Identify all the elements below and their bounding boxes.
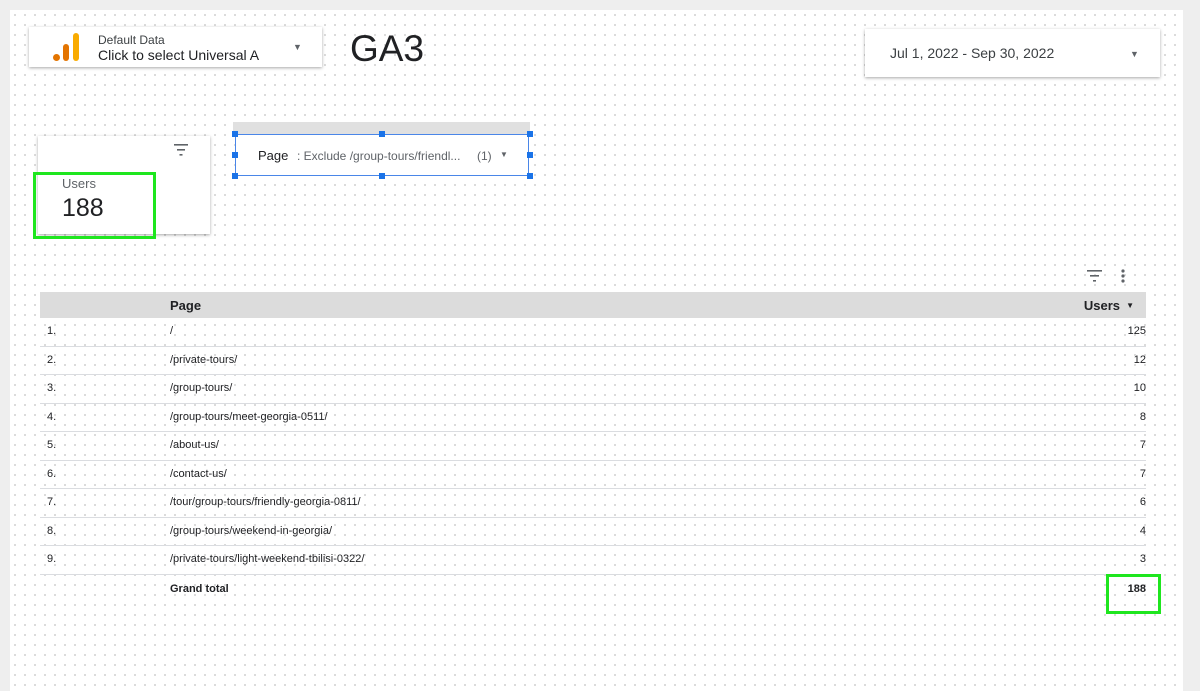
- chevron-down-icon[interactable]: ▼: [500, 150, 508, 159]
- row-page: /group-tours/weekend-in-georgia/: [170, 524, 333, 537]
- row-users: 7: [1139, 439, 1146, 451]
- row-page: /about-us/: [170, 439, 219, 451]
- row-page: /group-tours/meet-georgia-0511/: [170, 410, 328, 423]
- pages-table: Page Users ▼ 1. / 125 2. /private-tours/12 3.…: [40, 292, 1146, 605]
- row-index: 6.: [47, 467, 57, 480]
- row-users: 6: [1139, 496, 1146, 508]
- row-page: /tour/group-tours/friendly-georgia-0811/: [170, 496, 361, 508]
- table-row[interactable]: 4. /group-tours/meet-georgia-0511/8: [40, 404, 1146, 432]
- row-index: 7.: [47, 496, 57, 508]
- filter-icon[interactable]: [174, 144, 188, 156]
- resize-handle[interactable]: [232, 152, 238, 158]
- date-range-text: Jul 1, 2022 - Sep 30, 2022: [890, 45, 1055, 61]
- more-vert-icon[interactable]: [1120, 269, 1126, 283]
- chevron-down-icon[interactable]: ▼: [293, 42, 302, 52]
- table-row[interactable]: 5. /about-us/7: [40, 432, 1146, 461]
- row-index: 9.: [47, 553, 57, 565]
- grand-total-label: Grand total: [170, 582, 229, 595]
- table-row[interactable]: 9. /private-tours/light-weekend-tbilisi-0…: [40, 546, 1146, 575]
- page-filter-control[interactable]: Page : Exclude /group-tours/friendl... (…: [235, 134, 529, 176]
- filter-value: : Exclude /group-tours/friendl...: [297, 149, 461, 163]
- row-index: 8.: [47, 524, 57, 537]
- resize-handle[interactable]: [232, 131, 238, 137]
- table-row[interactable]: 6. /contact-us/7: [40, 461, 1146, 489]
- row-users: 12: [1133, 353, 1146, 366]
- chevron-down-icon[interactable]: ▼: [1130, 49, 1139, 59]
- resize-handle[interactable]: [527, 152, 533, 158]
- column-header-page[interactable]: Page: [170, 298, 201, 313]
- analytics-logo-icon: [53, 33, 81, 61]
- grand-total-row: Grand total 188: [40, 575, 1146, 605]
- resize-handle[interactable]: [527, 131, 533, 137]
- table-row[interactable]: 8. /group-tours/weekend-in-georgia/4: [40, 518, 1146, 546]
- table-row[interactable]: 7. /tour/group-tours/friendly-georgia-081…: [40, 489, 1146, 518]
- table-row[interactable]: 3. /group-tours/10: [40, 375, 1146, 404]
- resize-handle[interactable]: [379, 173, 385, 179]
- data-source-value: Click to select Universal A: [98, 47, 260, 63]
- row-index: 1.: [47, 325, 57, 337]
- table-header: Page Users ▼: [40, 292, 1146, 318]
- filter-count: (1): [477, 149, 492, 163]
- row-index: 2.: [47, 353, 57, 366]
- row-page: /group-tours/: [170, 382, 233, 394]
- highlight-box: [33, 172, 156, 239]
- table-row[interactable]: 1. / 125: [40, 318, 1146, 347]
- table-row[interactable]: 2. /private-tours/12: [40, 347, 1146, 375]
- filter-dimension: Page: [258, 148, 289, 163]
- row-users: 3: [1139, 553, 1146, 565]
- row-page: /: [170, 325, 174, 337]
- row-index: 4.: [47, 410, 57, 423]
- page-title: GA3: [350, 28, 425, 69]
- data-source-selector[interactable]: Default Data Click to select Universal A…: [29, 27, 322, 67]
- resize-handle[interactable]: [379, 131, 385, 137]
- row-page: /private-tours/: [170, 353, 238, 366]
- row-page: /contact-us/: [170, 467, 227, 480]
- highlight-box: [1106, 574, 1161, 614]
- column-header-users[interactable]: Users: [1084, 298, 1120, 313]
- date-range-control[interactable]: Jul 1, 2022 - Sep 30, 2022 ▼: [865, 29, 1160, 77]
- row-index: 5.: [47, 439, 57, 451]
- row-users: 4: [1139, 524, 1146, 537]
- data-source-label: Default Data: [98, 33, 165, 47]
- row-index: 3.: [47, 382, 57, 394]
- sort-desc-icon[interactable]: ▼: [1126, 301, 1134, 310]
- row-users: 7: [1139, 467, 1146, 480]
- row-users: 10: [1133, 382, 1146, 394]
- resize-handle[interactable]: [527, 173, 533, 179]
- row-users: 8: [1139, 410, 1146, 423]
- row-page: /private-tours/light-weekend-tbilisi-032…: [170, 553, 365, 565]
- resize-handle[interactable]: [232, 173, 238, 179]
- filter-icon[interactable]: [1087, 270, 1102, 282]
- row-users: 125: [1127, 325, 1146, 337]
